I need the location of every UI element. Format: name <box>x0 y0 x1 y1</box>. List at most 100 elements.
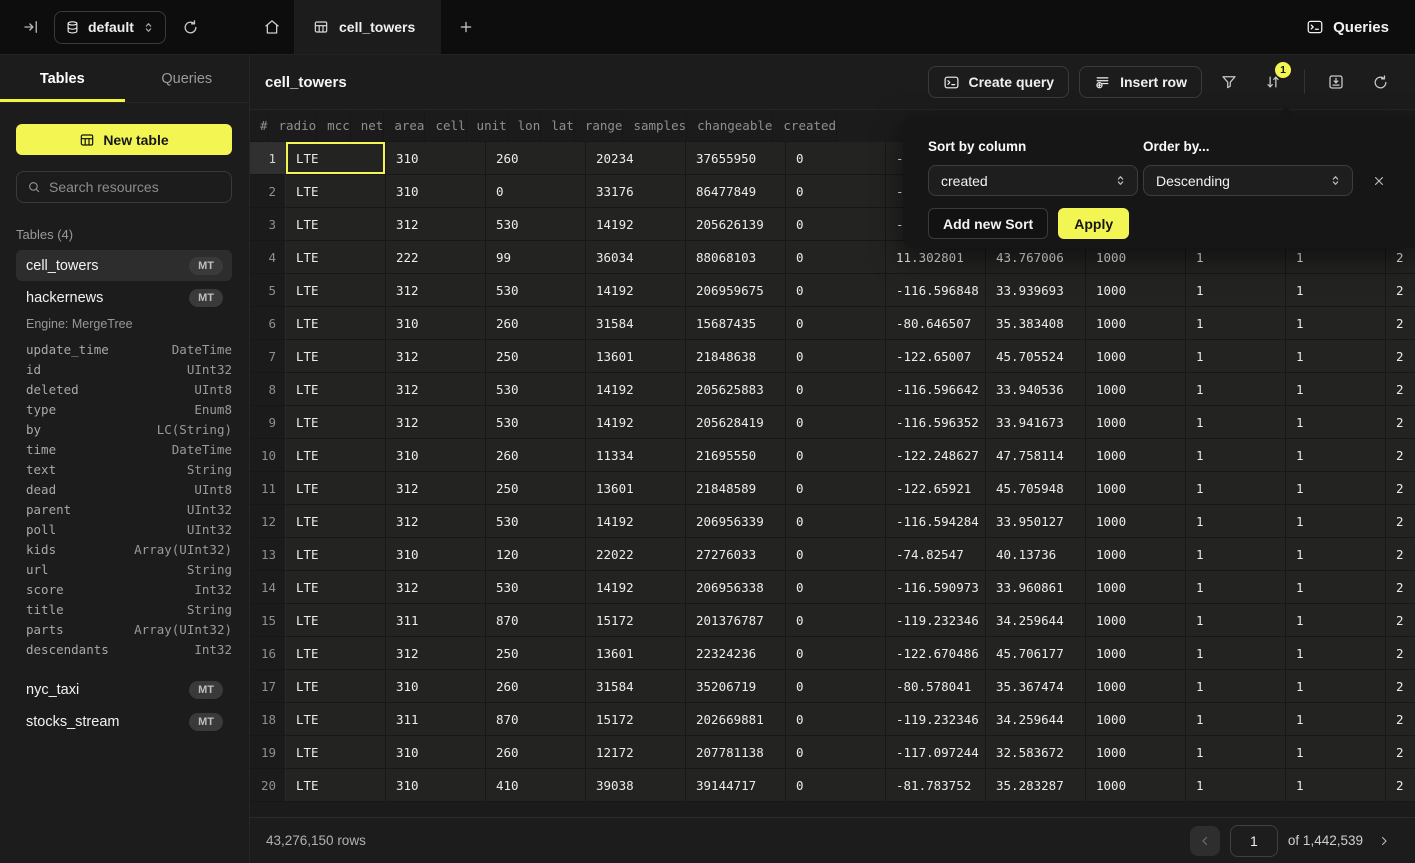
cell-net[interactable]: 260 <box>486 307 586 340</box>
cell-created[interactable]: 2 <box>1386 274 1415 307</box>
filter-button[interactable] <box>1212 66 1246 98</box>
cell-cell[interactable]: 206956338 <box>686 571 786 604</box>
cell-mcc[interactable]: 312 <box>386 505 486 538</box>
cell-mcc[interactable]: 310 <box>386 769 486 802</box>
cell-unit[interactable]: 0 <box>786 241 886 274</box>
column-header[interactable]: created <box>773 110 837 142</box>
cell-unit[interactable]: 0 <box>786 274 886 307</box>
cell-mcc[interactable]: 222 <box>386 241 486 274</box>
column-header[interactable]: area <box>384 110 425 142</box>
cell-range[interactable]: 1000 <box>1086 571 1186 604</box>
cell-net[interactable]: 530 <box>486 571 586 604</box>
cell-lon[interactable]: -119.232346 <box>886 703 986 736</box>
cell-cell[interactable]: 206956339 <box>686 505 786 538</box>
cell-area[interactable]: 31584 <box>586 307 686 340</box>
cell-range[interactable]: 1000 <box>1086 505 1186 538</box>
cell-cell[interactable]: 201376787 <box>686 604 786 637</box>
cell-created[interactable]: 2 <box>1386 571 1415 604</box>
cell-net[interactable]: 870 <box>486 604 586 637</box>
cell-changeable[interactable]: 1 <box>1286 637 1386 670</box>
cell-range[interactable]: 1000 <box>1086 340 1186 373</box>
cell-net[interactable]: 530 <box>486 373 586 406</box>
create-query-button[interactable]: Create query <box>928 66 1070 98</box>
cell-created[interactable]: 2 <box>1386 307 1415 340</box>
cell-radio[interactable]: LTE <box>286 670 386 703</box>
cell-area[interactable]: 14192 <box>586 373 686 406</box>
cell-lat[interactable]: 45.705524 <box>986 340 1086 373</box>
cell-changeable[interactable]: 1 <box>1286 472 1386 505</box>
cell-changeable[interactable]: 1 <box>1286 439 1386 472</box>
sort-button[interactable]: 1 <box>1256 66 1290 98</box>
sidebar-item-stocks-stream[interactable]: stocks_stream MT <box>16 706 232 737</box>
cell-cell[interactable]: 205626139 <box>686 208 786 241</box>
column-header[interactable]: # <box>250 110 269 142</box>
cell-radio[interactable]: LTE <box>286 340 386 373</box>
cell-range[interactable]: 1000 <box>1086 670 1186 703</box>
cell-created[interactable]: 2 <box>1386 505 1415 538</box>
cell-radio[interactable]: LTE <box>286 505 386 538</box>
search-input[interactable] <box>49 179 230 195</box>
cell-unit[interactable]: 0 <box>786 373 886 406</box>
cell-lon[interactable]: -81.783752 <box>886 769 986 802</box>
cell-samples[interactable]: 1 <box>1186 736 1286 769</box>
cell-radio[interactable]: LTE <box>286 538 386 571</box>
cell-cell[interactable]: 86477849 <box>686 175 786 208</box>
cell-mcc[interactable]: 312 <box>386 340 486 373</box>
cell-unit[interactable]: 0 <box>786 505 886 538</box>
cell-mcc[interactable]: 312 <box>386 208 486 241</box>
cell-lat[interactable]: 34.259644 <box>986 604 1086 637</box>
sidebar-item-cell-towers[interactable]: cell_towers MT <box>16 250 232 281</box>
column-header[interactable]: mcc <box>317 110 351 142</box>
cell-mcc[interactable]: 310 <box>386 307 486 340</box>
cell-net[interactable]: 99 <box>486 241 586 274</box>
cell-lon[interactable]: -116.594284 <box>886 505 986 538</box>
cell-lon[interactable]: -119.232346 <box>886 604 986 637</box>
cell-mcc[interactable]: 311 <box>386 604 486 637</box>
new-tab-button[interactable] <box>441 0 491 54</box>
cell-lat[interactable]: 33.940536 <box>986 373 1086 406</box>
cell-samples[interactable]: 1 <box>1186 307 1286 340</box>
cell-changeable[interactable]: 1 <box>1286 736 1386 769</box>
insert-row-button[interactable]: Insert row <box>1079 66 1202 98</box>
cell-unit[interactable]: 0 <box>786 208 886 241</box>
cell-mcc[interactable]: 311 <box>386 703 486 736</box>
cell-lat[interactable]: 33.939693 <box>986 274 1086 307</box>
cell-area[interactable]: 14192 <box>586 274 686 307</box>
cell-mcc[interactable]: 312 <box>386 637 486 670</box>
cell-cell[interactable]: 205628419 <box>686 406 786 439</box>
cell-created[interactable]: 2 <box>1386 604 1415 637</box>
cell-radio[interactable]: LTE <box>286 274 386 307</box>
cell-samples[interactable]: 1 <box>1186 769 1286 802</box>
cell-samples[interactable]: 1 <box>1186 670 1286 703</box>
cell-mcc[interactable]: 310 <box>386 142 486 175</box>
cell-created[interactable]: 2 <box>1386 472 1415 505</box>
cell-created[interactable]: 2 <box>1386 340 1415 373</box>
sidebar-tab-queries[interactable]: Queries <box>125 55 250 102</box>
cell-created[interactable]: 2 <box>1386 538 1415 571</box>
cell-radio[interactable]: LTE <box>286 142 386 175</box>
cell-radio[interactable]: LTE <box>286 175 386 208</box>
cell-mcc[interactable]: 312 <box>386 274 486 307</box>
cell-unit[interactable]: 0 <box>786 472 886 505</box>
cell-area[interactable]: 15172 <box>586 703 686 736</box>
cell-lon[interactable]: -116.596352 <box>886 406 986 439</box>
cell-changeable[interactable]: 1 <box>1286 604 1386 637</box>
cell-unit[interactable]: 0 <box>786 307 886 340</box>
cell-created[interactable]: 2 <box>1386 769 1415 802</box>
cell-area[interactable]: 13601 <box>586 340 686 373</box>
cell-range[interactable]: 1000 <box>1086 472 1186 505</box>
cell-area[interactable]: 20234 <box>586 142 686 175</box>
cell-area[interactable]: 11334 <box>586 439 686 472</box>
cell-unit[interactable]: 0 <box>786 439 886 472</box>
cell-range[interactable]: 1000 <box>1086 406 1186 439</box>
cell-radio[interactable]: LTE <box>286 439 386 472</box>
cell-mcc[interactable]: 310 <box>386 736 486 769</box>
cell-unit[interactable]: 0 <box>786 736 886 769</box>
cell-lat[interactable]: 35.383408 <box>986 307 1086 340</box>
cell-cell[interactable]: 35206719 <box>686 670 786 703</box>
cell-lat[interactable]: 47.758114 <box>986 439 1086 472</box>
cell-net[interactable]: 0 <box>486 175 586 208</box>
cell-mcc[interactable]: 312 <box>386 472 486 505</box>
cell-samples[interactable]: 1 <box>1186 505 1286 538</box>
cell-changeable[interactable]: 1 <box>1286 274 1386 307</box>
